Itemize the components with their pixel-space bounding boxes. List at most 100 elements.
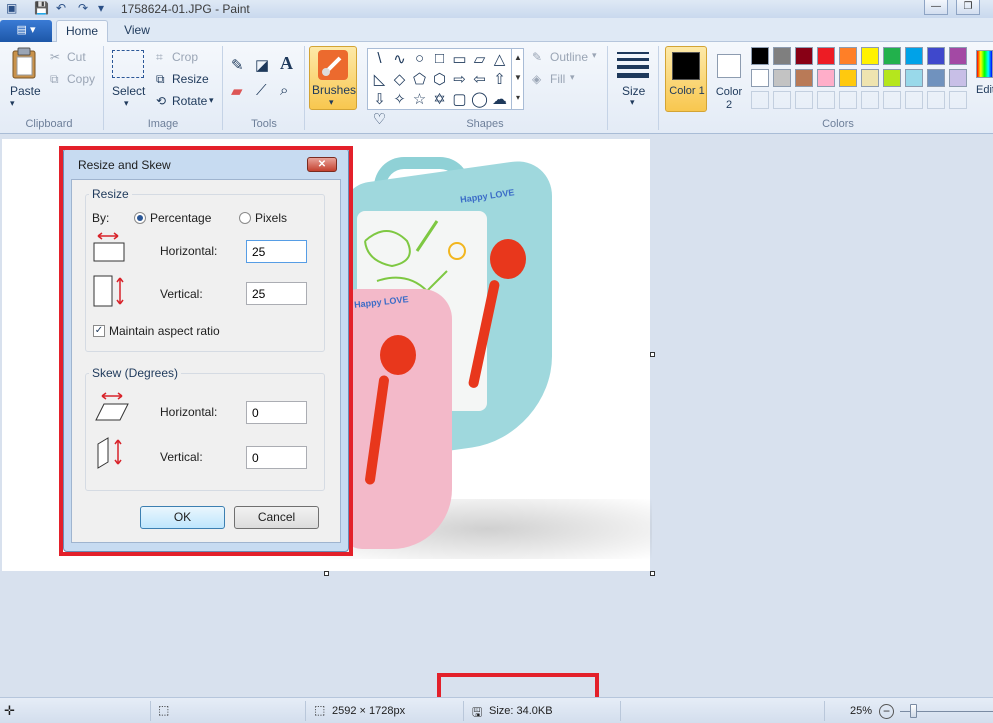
palette-color-swatch[interactable] (861, 47, 879, 65)
select-button[interactable]: Select (112, 84, 145, 98)
custom-color-slot[interactable] (861, 91, 879, 109)
palette-color-swatch[interactable] (773, 47, 791, 65)
fill-bucket-icon[interactable]: ◪ (255, 56, 269, 74)
minimize-button[interactable]: — (924, 0, 948, 15)
save-icon[interactable]: 💾 (34, 1, 49, 15)
edit-colors-icon[interactable] (976, 50, 993, 78)
pencil-icon[interactable]: ✎ (231, 56, 244, 74)
palette-color-swatch[interactable] (905, 69, 923, 87)
brushes-button[interactable]: Brushes ▾ (309, 46, 357, 110)
paste-button[interactable]: Paste (10, 84, 41, 98)
palette-color-swatch[interactable] (927, 69, 945, 87)
palette-color-swatch[interactable] (927, 47, 945, 65)
color-picker-icon[interactable]: ⟋ (256, 82, 267, 99)
shape-tool-icon[interactable]: ⇧ (490, 70, 509, 88)
shape-tool-icon[interactable]: ☁ (490, 90, 509, 108)
tab-view[interactable]: View (114, 20, 160, 43)
rotate-button[interactable]: Rotate (172, 94, 207, 108)
eraser-icon[interactable]: ▰ (231, 82, 243, 100)
shapes-scroll[interactable]: ▲ ▼ ▾ (511, 48, 524, 110)
palette-color-swatch[interactable] (751, 47, 769, 65)
shape-tool-icon[interactable]: ○ (410, 50, 429, 67)
custom-color-slot[interactable] (773, 91, 791, 109)
cut-icon[interactable]: ✂ (50, 50, 60, 64)
shape-tool-icon[interactable]: ◺ (370, 70, 389, 88)
shape-tool-icon[interactable]: ∿ (390, 50, 409, 68)
size-dropdown-icon[interactable]: ▾ (630, 97, 635, 108)
restore-button[interactable]: ❐ (956, 0, 980, 15)
palette-color-swatch[interactable] (751, 69, 769, 87)
palette-color-swatch[interactable] (883, 47, 901, 65)
undo-icon[interactable]: ↶ (56, 1, 66, 15)
fill-button[interactable]: Fill (550, 72, 565, 86)
palette-color-swatch[interactable] (817, 47, 835, 65)
shape-tool-icon[interactable]: ✡ (430, 90, 449, 108)
cut-button[interactable]: Cut (67, 50, 86, 64)
resize-button[interactable]: Resize (172, 72, 209, 86)
file-menu-button[interactable]: ▤ ▾ (0, 20, 52, 42)
shape-tool-icon[interactable]: ◇ (390, 70, 409, 88)
shape-tool-icon[interactable]: ⇨ (450, 70, 469, 88)
resize-handle-right[interactable] (650, 352, 655, 357)
palette-color-swatch[interactable] (949, 47, 967, 65)
resize-handle-corner[interactable] (650, 571, 655, 576)
zoom-slider-thumb[interactable] (910, 704, 917, 718)
custom-color-slot[interactable] (839, 91, 857, 109)
shapes-gallery[interactable]: \ ∿ ○ □ ▭ ▱ △ ◺ ◇ ⬠ ⬡ ⇨ ⇦ ⇧ ⇩ ✧ ☆ ✡ ▢ ◯ ☁ ♡ (367, 48, 524, 128)
select-icon[interactable] (112, 50, 144, 78)
palette-color-swatch[interactable] (861, 69, 879, 87)
palette-color-swatch[interactable] (795, 47, 813, 65)
tab-home[interactable]: Home (56, 20, 108, 43)
shape-tool-icon[interactable]: □ (430, 50, 449, 67)
edit-colors-button[interactable]: Edit colors (976, 84, 993, 97)
shape-tool-icon[interactable]: ⬠ (410, 70, 429, 88)
shape-tool-icon[interactable]: ▭ (450, 50, 469, 68)
palette-color-swatch[interactable] (795, 69, 813, 87)
palette-color-swatch[interactable] (905, 47, 923, 65)
outline-icon[interactable]: ✎ (532, 50, 542, 64)
shape-tool-icon[interactable]: ⇩ (370, 90, 389, 108)
shape-tool-icon[interactable]: ⇦ (470, 70, 489, 88)
copy-icon[interactable]: ⧉ (50, 72, 59, 87)
shape-tool-icon[interactable]: ☆ (410, 90, 429, 108)
color1-button[interactable]: Color 1 (665, 46, 707, 112)
zoom-out-button[interactable]: − (879, 704, 894, 719)
paste-dropdown-icon[interactable]: ▾ (10, 98, 15, 109)
custom-color-slot[interactable] (949, 91, 967, 109)
custom-color-slot[interactable] (883, 91, 901, 109)
outline-dropdown-icon[interactable]: ▾ (592, 50, 597, 61)
text-tool-icon[interactable]: A (280, 53, 293, 74)
palette-color-swatch[interactable] (839, 69, 857, 87)
rotate-icon[interactable]: ⟲ (156, 94, 166, 108)
outline-button[interactable]: Outline (550, 50, 588, 64)
customize-toolbar-icon[interactable]: ▾ (98, 1, 104, 15)
palette-color-swatch[interactable] (949, 69, 967, 87)
custom-color-slot[interactable] (927, 91, 945, 109)
fill-dropdown-icon[interactable]: ▾ (570, 72, 575, 83)
custom-color-slot[interactable] (905, 91, 923, 109)
select-dropdown-icon[interactable]: ▾ (124, 98, 129, 109)
crop-icon[interactable]: ⌗ (156, 50, 163, 65)
palette-color-swatch[interactable] (883, 69, 901, 87)
fill-icon[interactable]: ◈ (532, 72, 541, 86)
resize-handle-bottom[interactable] (324, 571, 329, 576)
palette-color-swatch[interactable] (839, 47, 857, 65)
custom-color-slot[interactable] (795, 91, 813, 109)
shape-tool-icon[interactable]: ⬡ (430, 70, 449, 88)
shape-tool-icon[interactable]: ◯ (470, 90, 489, 108)
shape-tool-icon[interactable]: \ (370, 50, 389, 67)
redo-icon[interactable]: ↷ (78, 1, 88, 15)
size-icon[interactable] (617, 52, 649, 78)
palette-color-swatch[interactable] (773, 69, 791, 87)
resize-icon[interactable]: ⧉ (156, 72, 165, 87)
shape-tool-icon[interactable]: ▢ (450, 90, 469, 108)
palette-color-swatch[interactable] (817, 69, 835, 87)
color2-button[interactable]: Color 2 (712, 46, 746, 112)
shape-tool-icon[interactable]: ✧ (390, 90, 409, 108)
size-button[interactable]: Size (622, 84, 645, 98)
shape-tool-icon[interactable]: △ (490, 50, 509, 68)
paste-icon[interactable] (8, 46, 42, 82)
crop-button[interactable]: Crop (172, 50, 198, 64)
magnifier-icon[interactable]: ⌕ (280, 82, 288, 99)
custom-color-slot[interactable] (751, 91, 769, 109)
